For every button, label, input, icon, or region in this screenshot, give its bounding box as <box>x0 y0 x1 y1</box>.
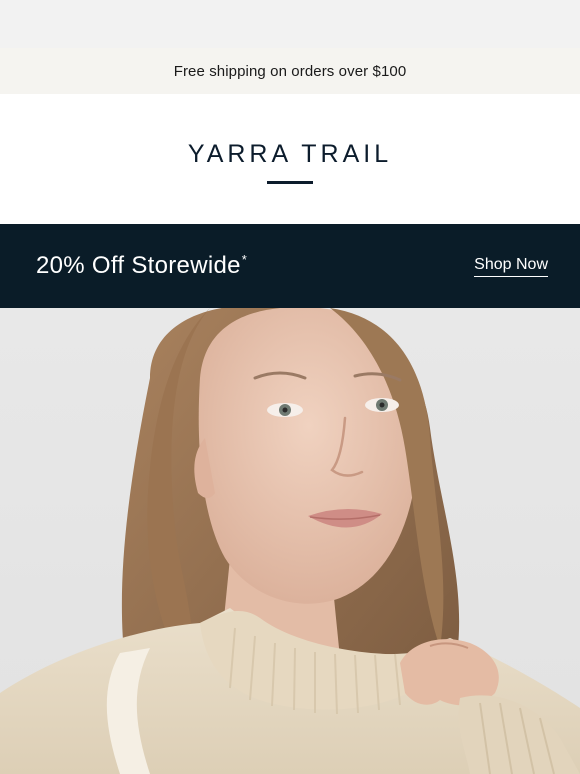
hero-image[interactable] <box>0 308 580 774</box>
email-page: Free shipping on orders over $100 YARRA … <box>0 0 580 774</box>
shipping-promo-text: Free shipping on orders over $100 <box>173 62 407 80</box>
sale-headline: 20% Off Storewide* <box>36 252 247 280</box>
hand <box>400 639 499 706</box>
brand-logo[interactable]: YARRA TRAIL <box>188 140 392 169</box>
top-spacer <box>0 0 580 48</box>
hero-portrait-illustration <box>0 308 580 774</box>
shop-now-link[interactable]: Shop Now <box>474 256 548 277</box>
logo-underline <box>267 181 313 184</box>
sale-banner: 20% Off Storewide* Shop Now <box>0 224 580 308</box>
shipping-promo-strip: Free shipping on orders over $100 <box>0 48 580 94</box>
sale-headline-text: 20% Off Storewide <box>36 252 241 279</box>
sale-asterisk: * <box>241 252 248 267</box>
header-logo-area: YARRA TRAIL <box>0 94 580 224</box>
